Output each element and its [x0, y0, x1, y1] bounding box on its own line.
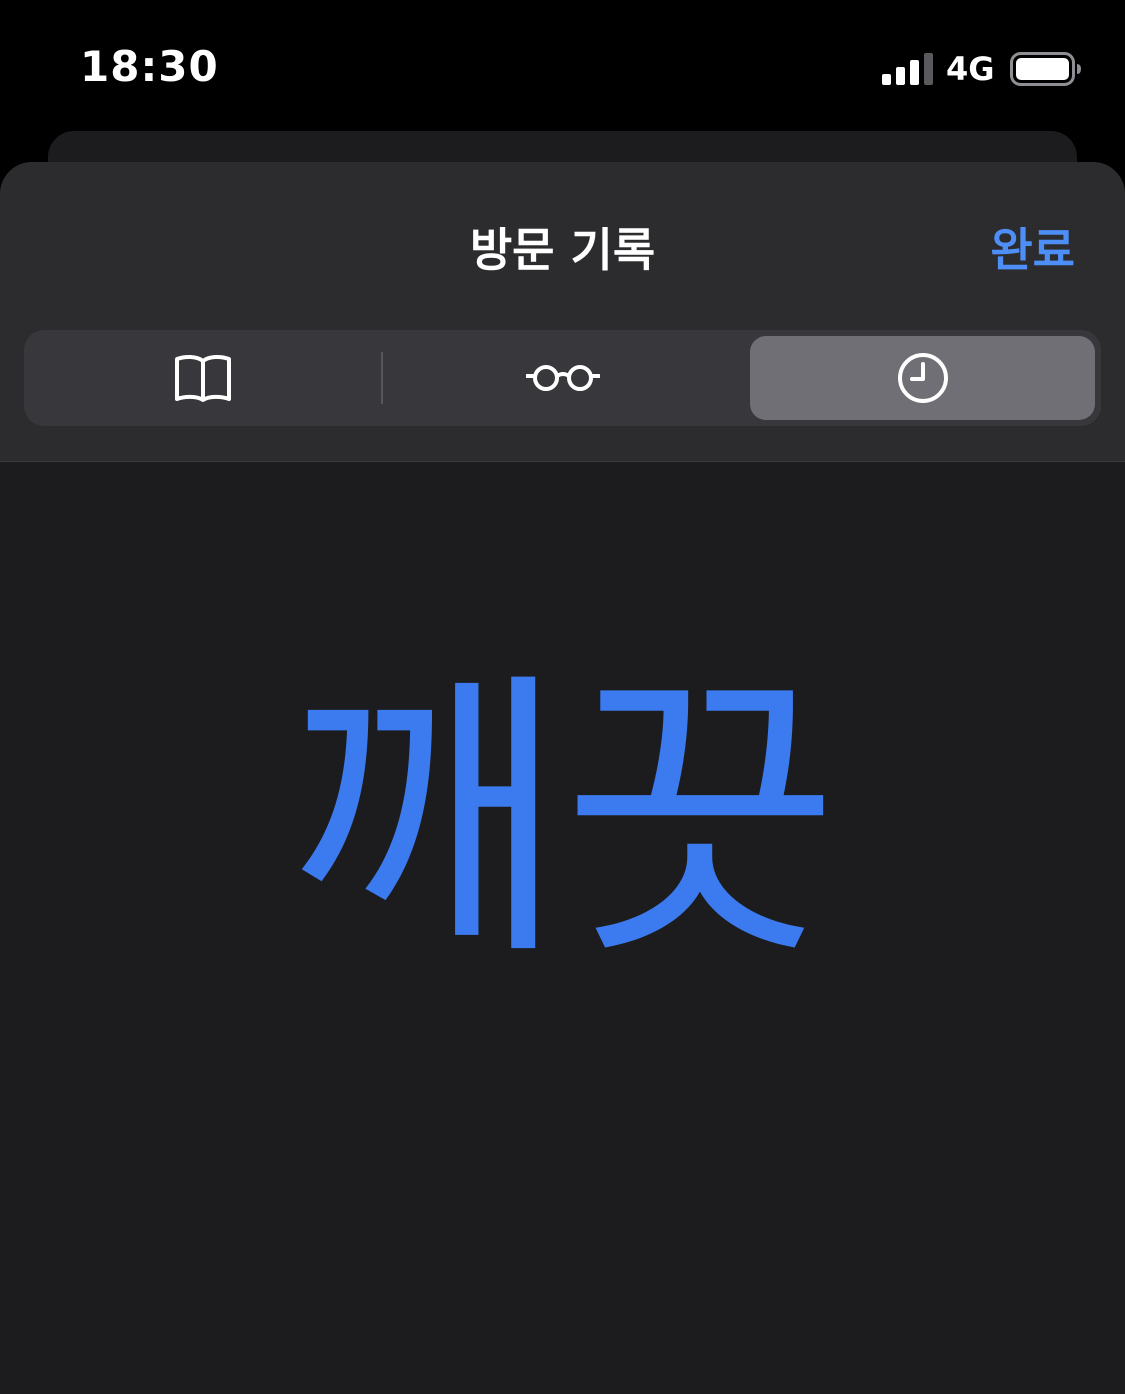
battery-icon	[1010, 52, 1081, 86]
sheet-header: 방문 기록 완료	[0, 162, 1125, 462]
done-button[interactable]: 완료	[990, 214, 1075, 280]
cellular-signal-icon	[882, 53, 933, 85]
segmented-control	[24, 330, 1101, 426]
segment-divider	[381, 352, 383, 404]
status-time: 18:30	[80, 42, 219, 91]
page-title: 방문 기록	[469, 223, 656, 277]
clock-icon	[897, 353, 948, 403]
network-type: 4G	[946, 50, 995, 88]
tab-reading-list[interactable]	[390, 336, 735, 420]
tab-history[interactable]	[750, 336, 1095, 420]
status-bar: 18:30 4G	[0, 0, 1125, 132]
history-content-text: 깨끗	[286, 647, 839, 996]
book-icon	[174, 354, 231, 402]
glasses-icon	[525, 365, 600, 391]
history-sheet: 방문 기록 완료 깨끗	[0, 162, 1125, 1394]
tab-bookmarks[interactable]	[30, 336, 375, 420]
